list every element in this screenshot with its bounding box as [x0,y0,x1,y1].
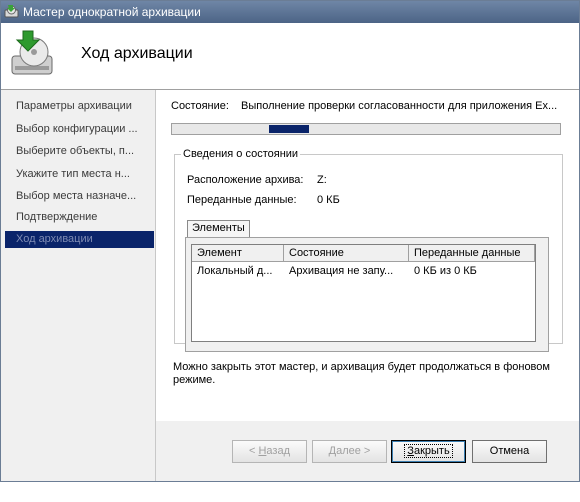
status-value: Выполнение проверки согласованности для … [241,100,558,112]
backup-disk-icon [4,5,19,18]
items-tab-panel: Элемент Состояние Переданные данные Лока… [185,237,549,352]
column-header-item[interactable]: Элемент [192,245,284,261]
items-list-view[interactable]: Элемент Состояние Переданные данные Лока… [191,244,536,342]
cancel-button[interactable]: Отмена [472,440,547,463]
wizard-steps-nav: Параметры архивации Выбор конфигурации .… [1,90,155,481]
list-header: Элемент Состояние Переданные данные [192,245,535,262]
close-focus: Закрыть [404,444,453,458]
close-button[interactable]: Закрыть [391,440,466,463]
nav-item-backup-progress[interactable]: Ход архивации [5,231,154,248]
backup-wizard-window: Мастер однократной архивации Ход архивац… [0,0,580,482]
tab-items[interactable]: Элементы [187,220,250,237]
next-accesskey: Д [328,445,337,457]
close-accesskey: З [407,445,414,457]
button-bar: < Назад Далее > Закрыть Отмена [156,421,579,481]
status-details-legend: Сведения о состоянии [183,148,299,160]
window-title: Мастер однократной архивации [23,5,201,19]
next-rest: алее > [336,445,371,457]
next-button[interactable]: Далее > [312,440,387,463]
progress-bar [171,123,561,135]
table-cell-item[interactable]: Локальный д... [192,264,284,278]
transferred-label: Переданные данные: [187,194,297,206]
close-rest: акрыть [413,445,450,457]
status-row: Состояние: Выполнение проверки согласован… [171,100,571,112]
status-details-group: Сведения о состоянии Расположение архива… [174,148,563,352]
column-header-transferred[interactable]: Переданные данные [409,245,535,261]
nav-item-backup-options[interactable]: Параметры архивации [5,98,154,115]
background-info-text: Можно закрыть этот мастер, и архивация б… [173,361,550,386]
status-label: Состояние: [171,100,229,112]
nav-item-destination-type[interactable]: Укажите тип места н... [5,166,154,183]
nav-item-config[interactable]: Выбор конфигурации ... [5,121,154,138]
main-content: Состояние: Выполнение проверки согласован… [156,90,579,421]
progress-fill [269,125,309,133]
backup-disk-arrow-icon [11,30,53,75]
table-cell-status[interactable]: Архивация не запу... [284,264,409,278]
page-title: Ход архивации [81,45,193,62]
back-rest: азад [266,445,290,457]
transferred-value: 0 КБ [317,194,340,206]
nav-item-destination[interactable]: Выбор места назначе... [5,188,154,205]
transferred-row: Переданные данные: 0 КБ [187,194,340,206]
title-bar[interactable]: Мастер однократной архивации [1,1,579,23]
table-cell-transferred[interactable]: 0 КБ из 0 КБ [409,264,535,278]
back-button[interactable]: < Назад [232,440,307,463]
nav-item-select-objects[interactable]: Выберите объекты, п... [5,143,154,160]
archive-location-row: Расположение архива: Z: [187,174,327,186]
archive-location-value: Z: [317,174,327,186]
column-header-status[interactable]: Состояние [284,245,409,261]
wizard-header: Ход архивации [1,23,579,89]
archive-location-label: Расположение архива: [187,174,304,186]
nav-item-confirmation[interactable]: Подтверждение [5,209,154,226]
